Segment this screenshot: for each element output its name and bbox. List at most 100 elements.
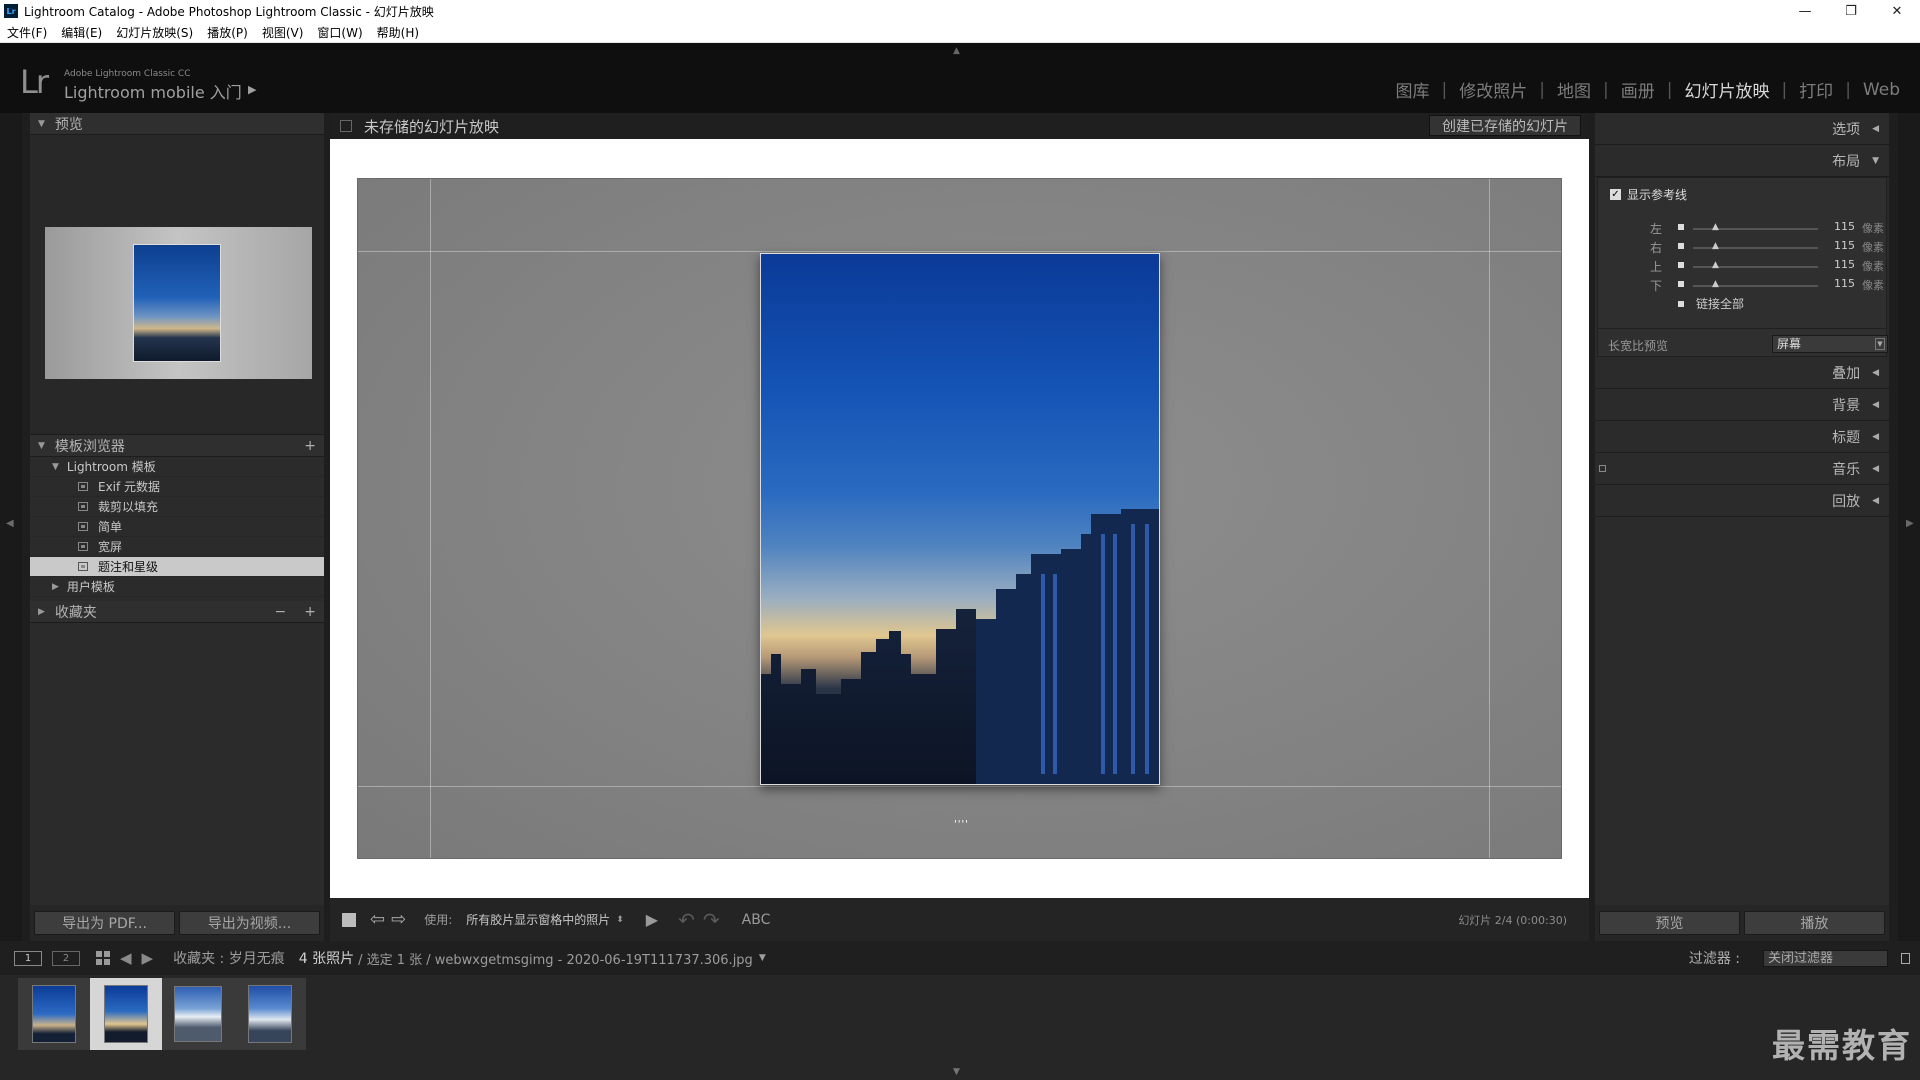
guide-right[interactable]	[1489, 179, 1490, 858]
menu-slideshow[interactable]: 幻灯片放映(S)	[116, 24, 193, 41]
overlay-section-header[interactable]: 叠加 ◀	[1595, 357, 1889, 389]
add-template-icon[interactable]: +	[304, 438, 316, 454]
aspect-preview-select[interactable]: 屏幕 ▼	[1772, 335, 1888, 353]
template-icon	[78, 482, 88, 491]
link-dot-icon[interactable]	[1678, 243, 1684, 249]
guide-top[interactable]	[358, 251, 1561, 252]
collection-source[interactable]: 收藏夹 : 岁月无痕	[173, 948, 285, 968]
dropdown-arrow-icon[interactable]: ⬍	[616, 915, 624, 925]
slide-photo[interactable]	[760, 253, 1160, 785]
top-panel-toggle-icon[interactable]: ▲	[953, 46, 960, 56]
menu-view[interactable]: 视图(V)	[262, 24, 304, 41]
link-dot-icon[interactable]	[1678, 262, 1684, 268]
restore-button[interactable]: ❐	[1828, 0, 1874, 22]
create-saved-slideshow-button[interactable]: 创建已存储的幻灯片	[1429, 115, 1581, 136]
link-dot-icon[interactable]	[1678, 224, 1684, 230]
preview-panel-header[interactable]: ▼ 预览	[30, 113, 324, 135]
slider-label: 下	[1650, 279, 1663, 293]
menu-window[interactable]: 窗口(W)	[317, 24, 362, 41]
filmstrip-thumb[interactable]	[18, 978, 90, 1050]
play-button[interactable]: 播放	[1744, 911, 1885, 935]
play-icon[interactable]: ▶	[646, 910, 658, 929]
template-group-lightroom[interactable]: ▼ Lightroom 模板	[30, 457, 324, 477]
filter-select[interactable]: 关闭过滤器	[1763, 949, 1888, 967]
close-button[interactable]: ✕	[1874, 0, 1920, 22]
remove-collection-icon[interactable]: −	[275, 604, 287, 620]
playback-section-header[interactable]: 回放 ◀	[1595, 485, 1889, 517]
previous-slide-icon[interactable]: ⇦	[370, 909, 385, 930]
slider-value[interactable]: 115	[1834, 277, 1855, 290]
options-section-header[interactable]: 选项 ◀	[1595, 113, 1889, 145]
back-arrow-icon[interactable]: ◀	[120, 949, 132, 967]
margin-top-slider[interactable]: 上 ▲ 115 像素	[1598, 258, 1888, 276]
preview-button[interactable]: 预览	[1599, 911, 1740, 935]
dropdown-arrow-icon[interactable]: ▼	[759, 953, 766, 963]
mobile-getting-started[interactable]: Lightroom mobile 入门	[64, 79, 242, 103]
margin-bottom-slider[interactable]: 下 ▲ 115 像素	[1598, 277, 1888, 295]
template-item-selected[interactable]: 题注和星级	[30, 557, 324, 577]
template-group-user[interactable]: ▶ 用户模板	[30, 577, 324, 597]
add-text-button[interactable]: ABC	[742, 912, 771, 928]
menu-file[interactable]: 文件(F)	[7, 24, 47, 41]
module-print[interactable]: 打印	[1799, 77, 1833, 102]
template-browser-header[interactable]: ▼ 模板浏览器 +	[30, 435, 324, 457]
next-slide-icon[interactable]: ⇨	[391, 909, 406, 930]
margin-right-slider[interactable]: 右 ▲ 115 像素	[1598, 239, 1888, 257]
monitor-2-button[interactable]: 2	[52, 950, 80, 966]
module-map[interactable]: 地图	[1557, 77, 1591, 102]
module-library[interactable]: 图库	[1396, 77, 1430, 102]
slider-value[interactable]: 115	[1834, 239, 1855, 252]
right-panel-toggle[interactable]: ▶	[1898, 113, 1920, 941]
slider-knob-icon[interactable]: ▲	[1712, 222, 1719, 232]
menu-help[interactable]: 帮助(H)	[377, 24, 419, 41]
module-slideshow[interactable]: 幻灯片放映	[1684, 77, 1769, 102]
slider-knob-icon[interactable]: ▲	[1712, 260, 1719, 270]
monitor-1-button[interactable]: 1	[14, 950, 42, 966]
filmstrip-thumb-selected[interactable]	[90, 978, 162, 1050]
filmstrip-thumb[interactable]	[162, 978, 234, 1050]
slider-value[interactable]: 115	[1834, 258, 1855, 271]
margin-left-slider[interactable]: 左 ▲ 115 像素	[1598, 220, 1888, 238]
slider-knob-icon[interactable]: ▲	[1712, 279, 1719, 289]
template-item[interactable]: 简单	[30, 517, 324, 537]
layout-section-header[interactable]: 布局 ▼	[1595, 145, 1889, 177]
music-section-header[interactable]: 音乐 ◀	[1595, 453, 1889, 485]
template-item[interactable]: 宽屏	[30, 537, 324, 557]
rotate-right-icon[interactable]: ↷	[703, 908, 720, 932]
module-web[interactable]: Web	[1863, 80, 1900, 100]
export-pdf-button[interactable]: 导出为 PDF...	[34, 911, 175, 935]
grid-view-icon[interactable]	[96, 951, 110, 965]
template-item[interactable]: 裁剪以填充	[30, 497, 324, 517]
slider-value[interactable]: 115	[1834, 220, 1855, 233]
module-book[interactable]: 画册	[1621, 77, 1655, 102]
export-video-button[interactable]: 导出为视频...	[179, 911, 320, 935]
stop-icon[interactable]	[342, 912, 356, 927]
left-panel-toggle[interactable]: ◀	[0, 113, 22, 941]
link-dot-icon[interactable]	[1678, 281, 1684, 287]
use-source-select[interactable]: 所有胶片显示窗格中的照片	[466, 911, 610, 928]
template-label: 裁剪以填充	[98, 500, 159, 514]
collections-header[interactable]: ▶ 收藏夹 − +	[30, 601, 324, 623]
filter-lock-icon[interactable]	[1901, 952, 1910, 964]
music-enable-toggle[interactable]	[1599, 465, 1606, 472]
show-guides-checkbox[interactable]: ✓ 显示参考线	[1610, 186, 1687, 203]
selection-info[interactable]: / 选定 1 张 / webwxgetmsgimg - 2020-06-19T1…	[358, 949, 753, 968]
backdrop-section-header[interactable]: 背景 ◀	[1595, 389, 1889, 421]
link-all-toggle[interactable]: 链接全部	[1678, 295, 1744, 312]
slide-canvas[interactable]: ''''	[357, 178, 1562, 859]
filmstrip-thumb[interactable]	[234, 978, 306, 1050]
module-develop[interactable]: 修改照片	[1459, 77, 1527, 102]
template-item[interactable]: Exif 元数据	[30, 477, 324, 497]
rotate-left-icon[interactable]: ↶	[678, 908, 695, 932]
slider-knob-icon[interactable]: ▲	[1712, 241, 1719, 251]
guide-left[interactable]	[430, 179, 431, 858]
forward-arrow-icon[interactable]: ▶	[142, 949, 154, 967]
add-collection-icon[interactable]: +	[304, 604, 316, 620]
bottom-panel-toggle-icon[interactable]: ▼	[953, 1067, 960, 1077]
guide-bottom[interactable]	[358, 786, 1561, 787]
menu-play[interactable]: 播放(P)	[207, 24, 248, 41]
play-arrow-icon[interactable]: ▶	[248, 83, 256, 96]
minimize-button[interactable]: —	[1782, 0, 1828, 22]
titles-section-header[interactable]: 标题 ◀	[1595, 421, 1889, 453]
menu-edit[interactable]: 编辑(E)	[61, 24, 102, 41]
